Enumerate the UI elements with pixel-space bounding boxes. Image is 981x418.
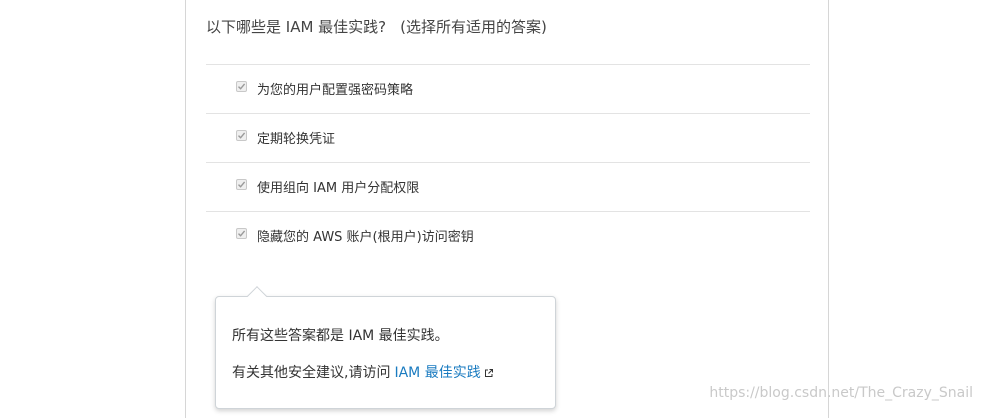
answer-option[interactable]: 使用组向 IAM 用户分配权限 [206,162,810,211]
external-link-icon [484,369,493,377]
iam-best-practices-link-label: IAM 最佳实践 [394,365,481,381]
answer-option[interactable]: 隐藏您的 AWS 账户(根用户)访问密钥 [206,211,810,260]
question-text: 以下哪些是 IAM 最佳实践? [206,18,387,36]
question-hint: (选择所有适用的答案) [400,18,547,36]
answer-label: 使用组向 IAM 用户分配权限 [257,181,420,196]
check-icon [238,83,246,90]
check-icon [238,132,246,139]
explanation-text: 所有这些答案都是 IAM 最佳实践。 [232,328,449,344]
answer-label: 为您的用户配置强密码策略 [257,83,414,98]
answer-label: 隐藏您的 AWS 账户(根用户)访问密钥 [257,230,474,245]
answer-option[interactable]: 定期轮换凭证 [206,113,810,162]
check-icon [238,230,246,237]
answer-label: 定期轮换凭证 [257,132,336,147]
answer-checkbox[interactable] [236,130,247,141]
explanation-tooltip: 所有这些答案都是 IAM 最佳实践。 有关其他安全建议,请访问 IAM 最佳实践 [215,286,556,409]
answer-checkbox[interactable] [236,81,247,92]
answer-checkbox[interactable] [236,179,247,190]
iam-best-practices-link[interactable]: IAM 最佳实践 [394,365,493,381]
question-title: 以下哪些是 IAM 最佳实践? (选择所有适用的答案) [206,16,547,37]
explanation-more-text: 有关其他安全建议,请访问 [232,365,391,381]
answer-options: 为您的用户配置强密码策略 定期轮换凭证 使用组向 IAM 用户分配权限 隐藏您的… [206,64,810,260]
answer-option[interactable]: 为您的用户配置强密码策略 [206,64,810,113]
answer-checkbox[interactable] [236,228,247,239]
check-icon [238,181,246,188]
watermark: https://blog.csdn.net/The_Crazy_Snail [709,385,973,401]
explanation-more: 有关其他安全建议,请访问 IAM 最佳实践 [232,362,494,382]
